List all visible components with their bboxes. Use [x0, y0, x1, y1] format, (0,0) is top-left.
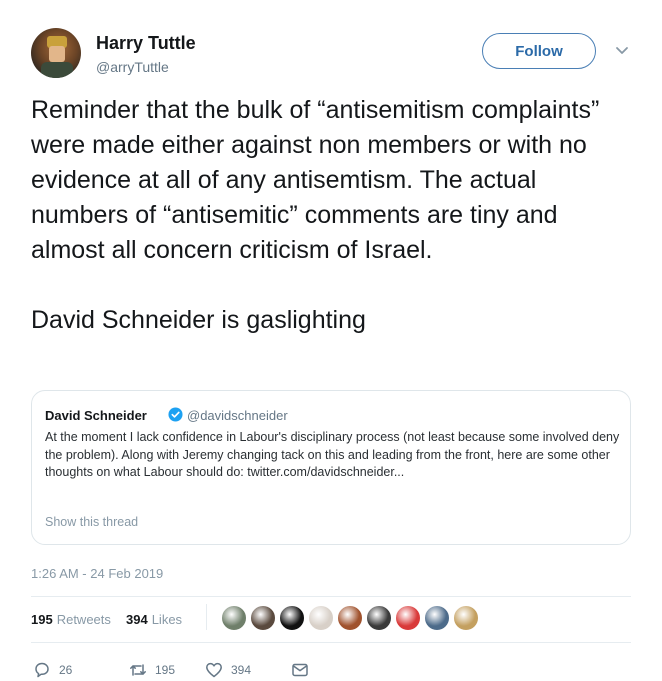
avatar-face: [49, 46, 65, 62]
liker-avatar[interactable]: [308, 605, 334, 631]
author-display-name[interactable]: Harry Tuttle: [96, 33, 196, 54]
likes-count: 394: [126, 612, 148, 627]
avatar-body: [41, 62, 73, 78]
liker-avatar[interactable]: [366, 605, 392, 631]
divider: [31, 596, 631, 597]
tweet: Harry Tuttle @arryTuttle Follow Reminder…: [0, 0, 662, 681]
like-count: 394: [231, 663, 252, 677]
like-icon: [206, 662, 222, 678]
liker-avatar[interactable]: [395, 605, 421, 631]
tweet-text: Reminder that the bulk of “antisemitism …: [31, 96, 600, 334]
quoted-tweet[interactable]: David Schneider @davidschneider At the m…: [31, 390, 631, 545]
quoted-handle: @davidschneider: [187, 408, 288, 423]
liker-avatar[interactable]: [453, 605, 479, 631]
reply-button[interactable]: 26: [33, 660, 72, 680]
author-handle[interactable]: @arryTuttle: [96, 59, 169, 75]
reply-icon: [35, 662, 49, 678]
quoted-text: At the moment I lack confidence in Labou…: [45, 430, 620, 479]
retweets-label: Retweets: [56, 612, 111, 627]
follow-button[interactable]: Follow: [482, 33, 596, 69]
divider: [31, 642, 631, 643]
like-button[interactable]: 394: [205, 660, 251, 680]
quoted-display-name: David Schneider: [45, 408, 147, 423]
stats-separator: [206, 604, 207, 630]
liker-avatar[interactable]: [337, 605, 363, 631]
retweets-stat[interactable]: 195 Retweets: [31, 612, 111, 627]
verified-icon: [168, 407, 183, 422]
retweets-count: 195: [31, 612, 53, 627]
tweet-timestamp[interactable]: 1:26 AM - 24 Feb 2019: [31, 566, 163, 581]
author-avatar[interactable]: [31, 28, 81, 78]
reply-count: 26: [59, 663, 73, 677]
chevron-down-icon[interactable]: [613, 41, 631, 59]
likes-stat[interactable]: 394 Likes: [126, 612, 182, 627]
retweet-button[interactable]: 195: [129, 660, 175, 680]
retweet-count: 195: [155, 663, 176, 677]
show-thread-link[interactable]: Show this thread: [45, 515, 138, 529]
likes-label: Likes: [151, 612, 183, 627]
liker-avatar[interactable]: [221, 605, 247, 631]
retweet-icon: [130, 664, 146, 676]
liker-avatar[interactable]: [424, 605, 450, 631]
liker-avatar[interactable]: [250, 605, 276, 631]
message-icon: [292, 663, 308, 677]
direct-message-button[interactable]: [291, 660, 309, 680]
liker-avatar[interactable]: [279, 605, 305, 631]
